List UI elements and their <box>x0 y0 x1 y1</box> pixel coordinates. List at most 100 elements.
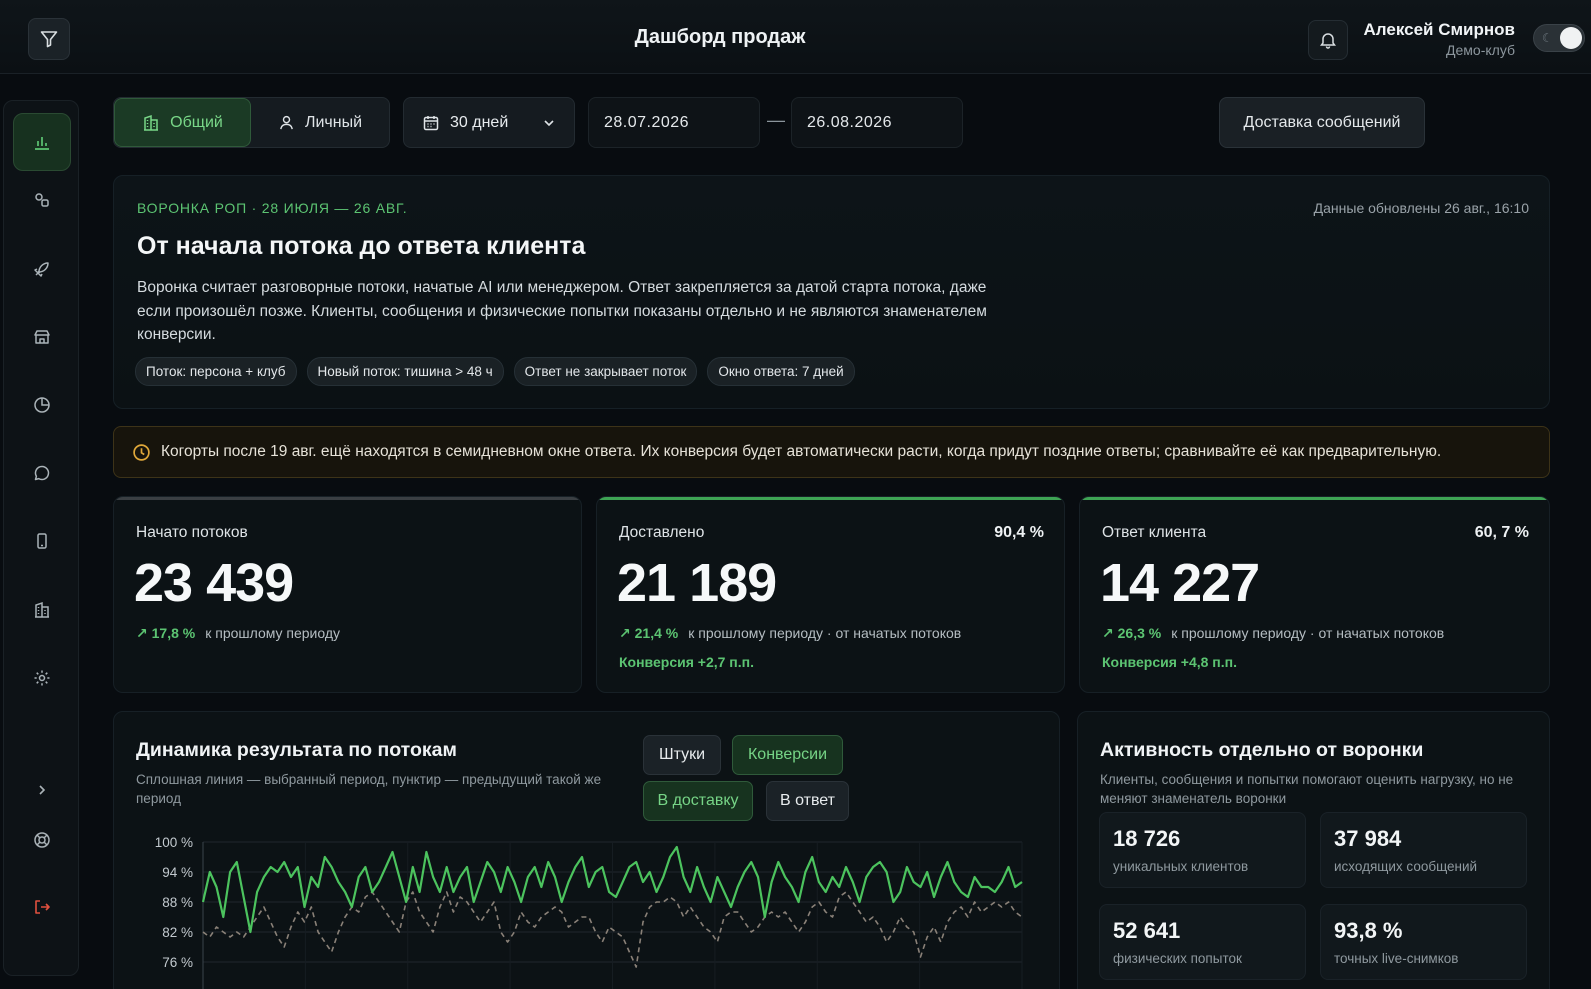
store-icon <box>34 330 50 344</box>
stat-value: 93,8 % <box>1334 918 1403 943</box>
building-icon <box>35 601 49 618</box>
date-separator: — <box>767 110 785 130</box>
clock-icon <box>133 443 150 461</box>
chat-icon <box>34 465 50 481</box>
toggle-to-delivery-button[interactable]: В доставку <box>643 781 753 821</box>
date-from-input[interactable]: 28.07.2026 <box>588 97 760 148</box>
gear-icon <box>34 670 50 686</box>
kpi-percent: 90,4 % <box>994 524 1044 541</box>
y-tick-label: 82 % <box>162 925 193 940</box>
chevron-right-icon <box>39 785 46 795</box>
kpi-label: Начато потоков <box>136 524 248 541</box>
sidebar-item-campaigns[interactable] <box>13 240 71 298</box>
top-bar: Дашборд продаж Алексей Смирнов Демо-клуб… <box>0 0 1591 74</box>
date-to-input[interactable]: 26.08.2026 <box>791 97 963 148</box>
sidebar-item-dashboard[interactable] <box>13 113 71 171</box>
theme-toggle[interactable]: ☾ <box>1533 24 1585 52</box>
dynamics-subtitle: Сплошная линия — выбранный период, пункт… <box>136 772 602 806</box>
y-tick-label: 88 % <box>162 895 193 910</box>
funnel-title: От начала потока до ответа клиента <box>137 232 586 260</box>
filter-icon <box>40 31 58 48</box>
stat-outgoing-messages: 37 984 исходящих сообщений <box>1320 812 1527 888</box>
toggle-conversions-button[interactable]: Конверсии <box>732 735 843 775</box>
y-tick-label: 100 % <box>155 835 193 850</box>
data-updated-label: Данные обновлены 26 авг., 16:10 <box>1313 200 1529 216</box>
bar-chart-icon <box>35 137 49 150</box>
logout-icon <box>35 900 50 914</box>
kpi-delivered-card: Доставлено 90,4 % 21 189 ↗ 21,4 % к прош… <box>596 496 1065 693</box>
toggle-to-reply-button[interactable]: В ответ <box>766 781 849 821</box>
kpi-delta-text: к прошлому периоду · от начатых потоков <box>1171 625 1445 641</box>
trend-up-icon: ↗ <box>619 625 635 641</box>
kpi-delta: ↗ 26,3 % к прошлому периоду · от начатых… <box>1102 625 1444 642</box>
sidebar-item-support[interactable] <box>13 811 71 869</box>
kpi-conversion: Конверсия +4,8 п.п. <box>1102 654 1237 670</box>
dynamics-card: Динамика результата по потокам Сплошная … <box>113 711 1060 989</box>
activity-title: Активность отдельно от воронки <box>1100 739 1424 761</box>
y-tick-label: 94 % <box>162 865 193 880</box>
kpi-value: 14 227 <box>1100 553 1260 613</box>
sidebar-item-messages[interactable] <box>13 444 71 502</box>
stat-value: 52 641 <box>1113 918 1181 943</box>
message-delivery-button[interactable]: Доставка сообщений <box>1219 97 1425 148</box>
stat-value: 18 726 <box>1113 826 1181 851</box>
building-icon <box>144 114 159 131</box>
kpi-delta-value: ↗ 17,8 % <box>136 625 196 641</box>
sidebar-item-clubs[interactable] <box>13 308 71 366</box>
kpi-accent-line <box>597 497 1064 500</box>
sidebar <box>3 100 79 976</box>
kpi-reply-card: Ответ клиента 60, 7 % 14 227 ↗ 26,3 % к … <box>1079 496 1550 693</box>
stat-live-snapshots: 93,8 % точных live-снимков <box>1320 904 1527 980</box>
scope-personal-tab[interactable]: Личный <box>251 98 389 147</box>
rule-chip: Поток: персона + клуб <box>135 357 297 386</box>
kpi-delta-text: к прошлому периоду · от начатых потоков <box>688 625 962 641</box>
user-icon <box>280 115 293 130</box>
filter-button[interactable] <box>28 18 70 60</box>
kpi-value: 21 189 <box>617 553 777 613</box>
trend-up-icon: ↗ <box>1102 625 1118 641</box>
notifications-button[interactable] <box>1308 20 1348 60</box>
user-club: Демо-клуб <box>1446 42 1515 58</box>
sidebar-item-flows[interactable] <box>13 171 71 229</box>
scope-general-label: Общий <box>170 113 223 131</box>
calendar-icon <box>423 115 439 130</box>
pie-chart-icon <box>34 397 50 413</box>
kpi-started-card: Начато потоков 23 439 ↗ 17,8 % к прошлом… <box>113 496 582 693</box>
kpi-label: Доставлено <box>619 524 705 541</box>
kpi-percent: 60, 7 % <box>1474 524 1529 541</box>
sidebar-item-settings[interactable] <box>13 649 71 707</box>
sidebar-item-company[interactable] <box>13 581 71 639</box>
funnel-rules-chips: Поток: персона + клуб Новый поток: тишин… <box>135 357 855 386</box>
rule-chip: Ответ не закрывает поток <box>513 357 698 386</box>
y-tick-label: 76 % <box>162 955 193 970</box>
activity-subtitle: Клиенты, сообщения и попытки помогают оц… <box>1100 772 1514 806</box>
rule-chip: Новый поток: тишина > 48 ч <box>306 357 504 386</box>
nodes-icon <box>35 193 49 207</box>
chevron-down-icon <box>544 119 554 126</box>
toggle-units-button[interactable]: Штуки <box>643 735 721 775</box>
activity-card: Активность отдельно от воронки Клиенты, … <box>1077 711 1550 989</box>
sidebar-item-devices[interactable] <box>13 512 71 570</box>
rule-chip: Окно ответа: 7 дней <box>707 357 855 386</box>
sidebar-item-reports[interactable] <box>13 376 71 434</box>
kpi-delta: ↗ 17,8 % к прошлому периоду <box>136 625 340 642</box>
cohort-warning-banner: Когорты после 19 авг. ещё находятся в се… <box>113 426 1550 478</box>
stat-caption: исходящих сообщений <box>1334 859 1478 874</box>
sidebar-logout[interactable] <box>13 878 71 936</box>
user-name[interactable]: Алексей Смирнов <box>1364 20 1515 40</box>
scope-general-tab[interactable]: Общий <box>114 98 251 147</box>
stat-unique-clients: 18 726 уникальных клиентов <box>1099 812 1306 888</box>
stat-value: 37 984 <box>1334 826 1402 851</box>
funnel-eyebrow: ВОРОНКА РОП · 28 ИЮЛЯ — 26 АВГ. <box>137 200 408 216</box>
funnel-intro-card: ВОРОНКА РОП · 28 ИЮЛЯ — 26 АВГ. Данные о… <box>113 175 1550 409</box>
kpi-label: Ответ клиента <box>1102 524 1207 541</box>
kpi-delta-text: к прошлому периоду <box>205 625 341 641</box>
warning-text: Когорты после 19 авг. ещё находятся в се… <box>161 443 1442 460</box>
support-icon <box>34 832 50 848</box>
trend-up-icon: ↗ <box>136 625 152 641</box>
moon-icon: ☾ <box>1542 31 1553 45</box>
dynamics-title: Динамика результата по потокам <box>136 739 457 761</box>
kpi-delta-value: ↗ 26,3 % <box>1102 625 1162 641</box>
page-title: Дашборд продаж <box>634 26 806 48</box>
period-select[interactable]: 30 дней <box>403 97 575 148</box>
